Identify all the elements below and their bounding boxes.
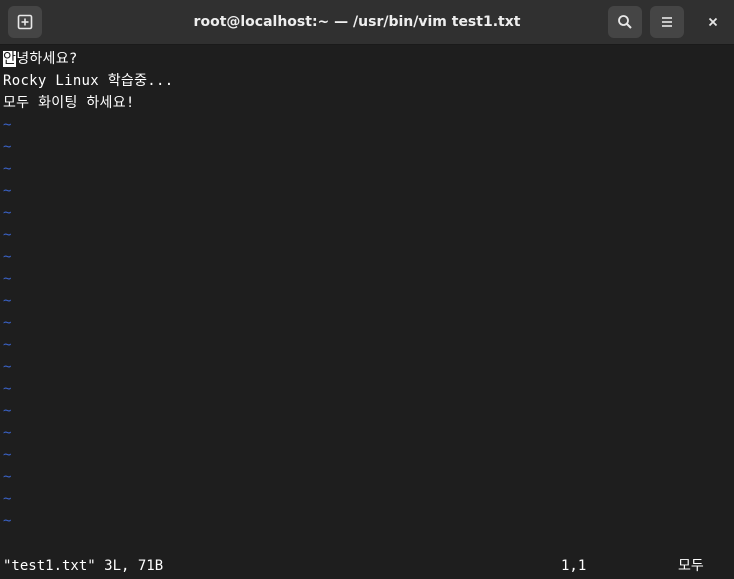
window-title: root@localhost:~ — /usr/bin/vim test1.tx… — [193, 14, 521, 30]
text-line-2: Rocky Linux 학습중... — [3, 73, 174, 89]
close-icon — [707, 16, 719, 28]
empty-line-marker: ~ — [3, 205, 12, 221]
empty-line-marker: ~ — [3, 315, 12, 331]
text-line-1: 안녕하세요? — [3, 48, 78, 70]
empty-line-marker: ~ — [3, 513, 12, 529]
text-line-3: 모두 화이팅 하세요! — [3, 95, 135, 111]
empty-line-marker: ~ — [3, 381, 12, 397]
empty-line-marker: ~ — [3, 293, 12, 309]
empty-line-marker: ~ — [3, 447, 12, 463]
close-button[interactable] — [696, 6, 730, 38]
empty-line-marker: ~ — [3, 425, 12, 441]
hamburger-menu-icon — [660, 15, 674, 29]
new-tab-button[interactable] — [8, 6, 42, 38]
text-line-1-rest: 녕하세요? — [16, 51, 78, 67]
empty-line-marker: ~ — [3, 271, 12, 287]
empty-line-marker: ~ — [3, 469, 12, 485]
empty-line-marker: ~ — [3, 161, 12, 177]
empty-line-marker: ~ — [3, 249, 12, 265]
menu-button[interactable] — [650, 6, 684, 38]
empty-line-marker: ~ — [3, 183, 12, 199]
empty-line-marker: ~ — [3, 403, 12, 419]
search-icon — [617, 14, 633, 30]
empty-line-marker: ~ — [3, 491, 12, 507]
terminal-window: root@localhost:~ — /usr/bin/vim test1.tx… — [0, 0, 734, 579]
status-scroll-position: 모두 — [678, 558, 704, 574]
search-button[interactable] — [608, 6, 642, 38]
empty-line-marker: ~ — [3, 227, 12, 243]
empty-line-marker: ~ — [3, 359, 12, 375]
vim-editor-area[interactable]: 안녕하세요? Rocky Linux 학습중... 모두 화이팅 하세요! ~ ~… — [0, 45, 734, 579]
status-file-info: "test1.txt" 3L, 71B — [3, 558, 164, 574]
title-bar: root@localhost:~ — /usr/bin/vim test1.tx… — [0, 0, 734, 45]
empty-line-marker: ~ — [3, 139, 12, 155]
empty-line-marker: ~ — [3, 117, 12, 133]
status-cursor-position: 1,1 — [561, 558, 587, 574]
text-cursor: 안 — [3, 51, 17, 67]
new-tab-icon — [17, 14, 33, 30]
empty-line-marker: ~ — [3, 337, 12, 353]
